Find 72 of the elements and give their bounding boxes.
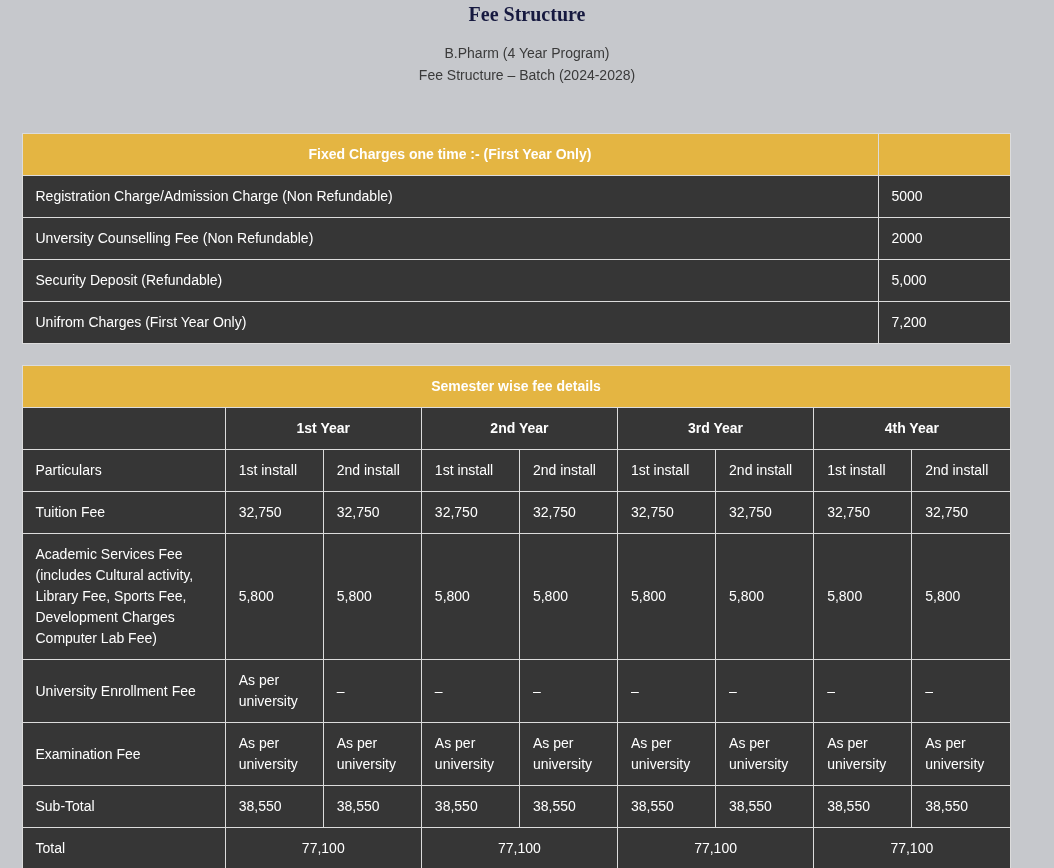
- table-cell: 5,800: [225, 533, 324, 660]
- table-cell: 32,750: [911, 491, 1010, 534]
- table-cell: 38,550: [715, 785, 814, 828]
- table-cell: Sub-Total: [22, 785, 226, 828]
- table-cell: 38,550: [911, 785, 1010, 828]
- table-cell: As per university: [225, 722, 324, 786]
- column-header: 3rd Year: [617, 407, 814, 450]
- table-cell: –: [813, 659, 912, 723]
- page-title: Fee Structure: [468, 2, 586, 26]
- table-cell: 38,550: [225, 785, 324, 828]
- table-cell: 1st install: [225, 449, 324, 492]
- table-cell: 5,800: [813, 533, 912, 660]
- table-cell: Unversity Counselling Fee (Non Refundable): [22, 217, 878, 260]
- table-cell: Unifrom Charges (First Year Only): [22, 301, 878, 344]
- table-cell: 32,750: [813, 491, 912, 534]
- table-cell: As per university: [519, 722, 618, 786]
- table-cell: 32,750: [323, 491, 422, 534]
- table-cell: As per university: [617, 722, 716, 786]
- table-cell: 32,750: [617, 491, 716, 534]
- table-cell: 7,200: [878, 301, 1010, 344]
- table-cell: 2000: [878, 217, 1010, 260]
- table-cell: 32,750: [519, 491, 618, 534]
- table-cell: 5,800: [911, 533, 1010, 660]
- table-cell: 2nd install: [519, 449, 618, 492]
- table-cell: 1st install: [813, 449, 912, 492]
- table-cell: 32,750: [225, 491, 324, 534]
- table-cell: 2nd install: [911, 449, 1010, 492]
- table-cell: 1st install: [421, 449, 520, 492]
- table-cell: –: [715, 659, 814, 723]
- table-cell: University Enrollment Fee: [22, 659, 226, 723]
- column-header: 4th Year: [813, 407, 1010, 450]
- table-cell: 38,550: [813, 785, 912, 828]
- table-cell: 38,550: [519, 785, 618, 828]
- table-cell: Academic Services Fee (includes Cultural activity, Library Fee, Sports Fee, Development Charges Computer Lab Fee): [22, 533, 226, 660]
- table-cell: As per university: [225, 659, 324, 723]
- table-cell: 5,800: [421, 533, 520, 660]
- subtitle-line: B.Pharm (4 Year Program): [444, 44, 610, 63]
- table-cell: –: [323, 659, 422, 723]
- table-cell: –: [911, 659, 1010, 723]
- table-cell: 38,550: [617, 785, 716, 828]
- table-cell: 38,550: [421, 785, 520, 828]
- table-heading: Fixed Charges one time :- (First Year Only): [22, 133, 878, 176]
- table-cell: 5,800: [323, 533, 422, 660]
- table-cell: –: [421, 659, 520, 723]
- table-cell: Tuition Fee: [22, 491, 226, 534]
- table-cell: Total: [22, 827, 226, 868]
- table-cell: As per university: [911, 722, 1010, 786]
- table-cell: 38,550: [323, 785, 422, 828]
- table-cell: As per university: [715, 722, 814, 786]
- table-cell: Security Deposit (Refundable): [22, 259, 878, 302]
- table-cell: 32,750: [421, 491, 520, 534]
- table-cell: Particulars: [22, 449, 226, 492]
- table-cell: –: [617, 659, 716, 723]
- table-cell: 5,800: [715, 533, 814, 660]
- table-cell: 32,750: [715, 491, 814, 534]
- column-header: 2nd Year: [421, 407, 618, 450]
- table-heading: Semester wise fee details: [22, 365, 1010, 408]
- table-cell: Registration Charge/Admission Charge (Non Refundable): [22, 175, 878, 218]
- table-cell: 2nd install: [715, 449, 814, 492]
- table-cell: As per university: [323, 722, 422, 786]
- table-cell: 2nd install: [323, 449, 422, 492]
- table-cell: –: [519, 659, 618, 723]
- table-cell: 5,800: [519, 533, 618, 660]
- table-cell: 5000: [878, 175, 1010, 218]
- subtitle-line: Fee Structure – Batch (2024-2028): [418, 66, 636, 85]
- table-cell: 5,000: [878, 259, 1010, 302]
- table-cell: As per university: [813, 722, 912, 786]
- table-cell: Examination Fee: [22, 722, 226, 786]
- table-cell: 5,800: [617, 533, 716, 660]
- table-cell: 1st install: [617, 449, 716, 492]
- column-header: 1st Year: [225, 407, 422, 450]
- table-cell: As per university: [421, 722, 520, 786]
